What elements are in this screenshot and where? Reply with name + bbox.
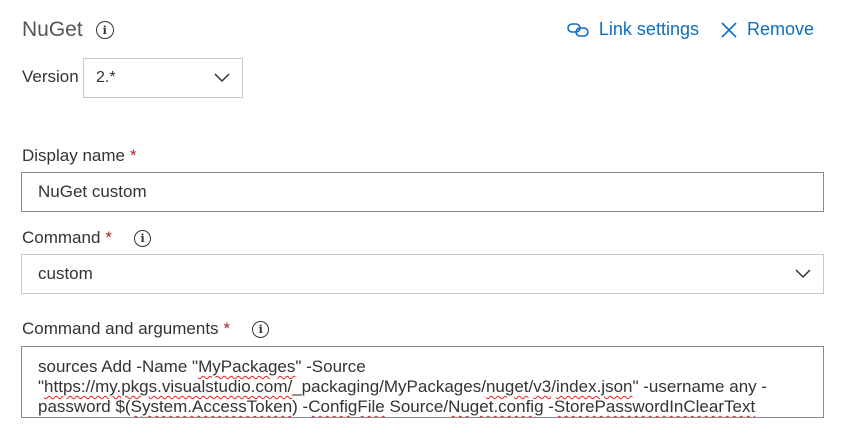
remove-button[interactable]: Remove <box>721 19 814 40</box>
argument-text-segment: " -username any - <box>632 377 768 396</box>
argument-text-segment: _packaging/MyPackages/ <box>292 377 486 396</box>
required-mark: * <box>130 146 137 165</box>
required-mark: * <box>105 228 113 247</box>
argument-text-segment: https://my.pkgs.visualstudio.com/ <box>44 377 293 396</box>
task-title-text: NuGet <box>22 18 83 41</box>
link-settings-button[interactable]: Link settings <box>567 19 699 40</box>
argument-text-segment: v3 <box>533 377 552 396</box>
link-settings-label: Link settings <box>598 19 699 39</box>
argument-text-segment: System.AccessToken <box>130 397 293 416</box>
info-icon[interactable]: i <box>95 21 114 39</box>
task-title: NuGet i <box>22 18 114 42</box>
argument-text-segment: ConfigFile <box>308 397 385 416</box>
version-select[interactable]: 2.* <box>83 58 243 98</box>
close-icon <box>721 21 737 38</box>
version-label: Version <box>22 67 79 86</box>
info-icon[interactable]: i <box>252 320 270 338</box>
command-label-text: Command <box>22 228 101 247</box>
argument-text-segment: sources Add -Name " <box>38 357 199 376</box>
argument-text-segment: " -Source <box>295 357 366 376</box>
argument-text-segment: Nuget.config <box>448 397 544 416</box>
arguments-label: Command and arguments * i <box>22 319 270 339</box>
chevron-down-icon <box>795 269 811 279</box>
display-name-label: Display name * <box>22 146 137 166</box>
argument-text-segment: - <box>543 397 554 416</box>
version-value: 2.* <box>96 69 116 86</box>
display-name-label-text: Display name <box>22 146 125 165</box>
info-icon[interactable]: i <box>134 229 152 247</box>
command-value: custom <box>38 264 93 283</box>
argument-text-segment: StorePasswordInClearText <box>553 397 756 416</box>
link-icon <box>567 22 589 37</box>
argument-text-segment: ) - <box>292 397 309 416</box>
arguments-textarea[interactable]: sources Add -Name "MyPackages" -Source "h… <box>21 346 824 418</box>
display-name-input[interactable]: NuGet custom <box>21 172 824 212</box>
remove-label: Remove <box>746 19 814 39</box>
header-actions: Link settings Remove <box>567 19 814 40</box>
argument-text-segment: password $( <box>38 397 131 416</box>
arguments-label-text: Command and arguments <box>22 319 219 338</box>
argument-text-segment: Source/ <box>384 397 449 416</box>
argument-text-segment: index.json <box>555 377 633 396</box>
command-label: Command * i <box>22 228 152 248</box>
argument-text-segment: MyPackages <box>198 357 296 376</box>
display-name-value: NuGet custom <box>38 182 147 201</box>
required-mark: * <box>223 319 231 338</box>
chevron-down-icon <box>214 73 230 83</box>
argument-text-segment: nuget <box>485 377 529 396</box>
command-select[interactable]: custom <box>21 254 824 294</box>
